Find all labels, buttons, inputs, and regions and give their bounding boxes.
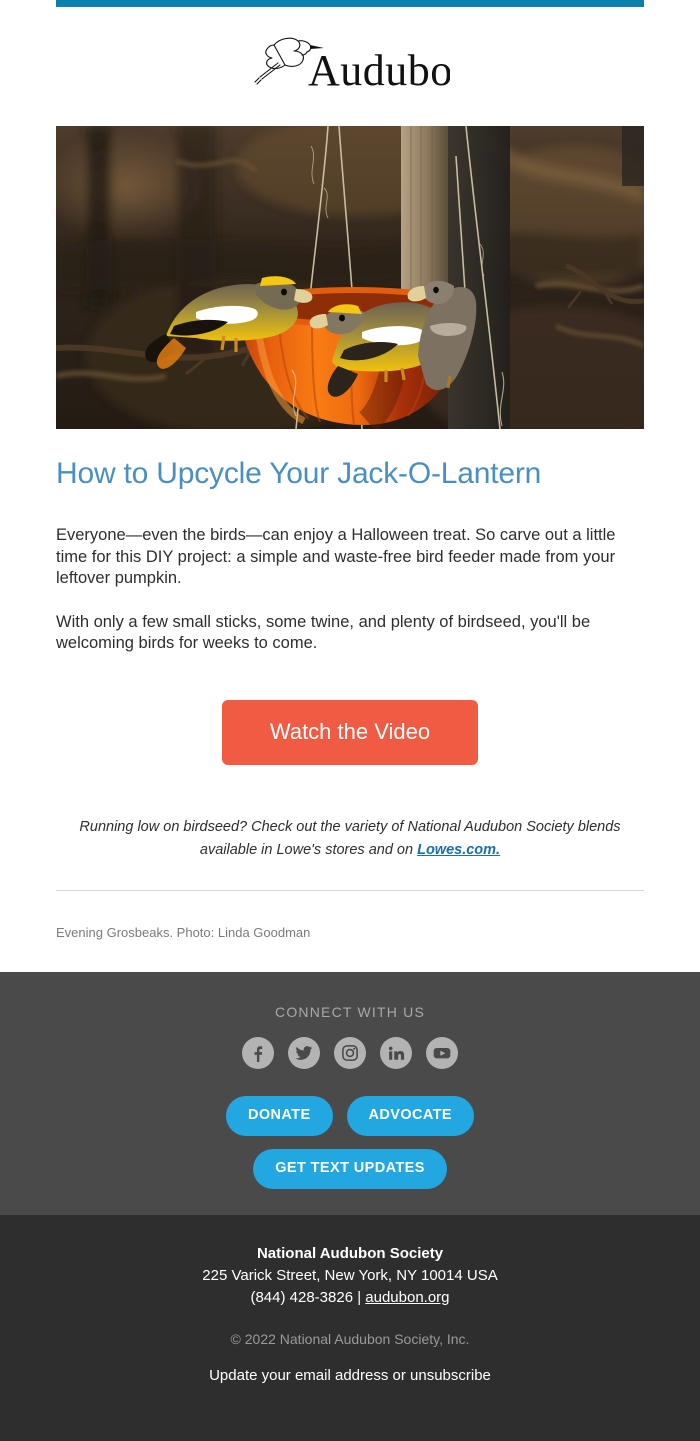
- hero-image-wrap: [56, 126, 644, 429]
- cta-wrap: Watch the Video: [56, 699, 644, 765]
- photo-credit: Evening Grosbeaks. Photo: Linda Goodman: [56, 924, 311, 940]
- phone-number: (844) 428-3826: [250, 1288, 354, 1306]
- footer-address-section: National Audubon Society 225 Varick Stre…: [0, 1214, 700, 1441]
- contact-separator: |: [353, 1288, 366, 1306]
- website-link[interactable]: audubon.org: [365, 1289, 449, 1306]
- promo-text: Running low on birdseed? Check out the v…: [56, 816, 644, 862]
- footer-action-row-1: DONATE ADVOCATE: [0, 1095, 700, 1136]
- page-title: How to Upcycle Your Jack-O-Lantern: [56, 457, 542, 490]
- instagram-icon: [342, 1044, 358, 1061]
- donate-button[interactable]: DONATE: [225, 1095, 333, 1136]
- copyright-text: © 2022 National Audubon Society, Inc.: [230, 1330, 470, 1347]
- article-paragraph-1: Everyone—even the birds—can enjoy a Hall…: [56, 526, 616, 587]
- watch-the-video-button[interactable]: Watch the Video: [221, 699, 479, 765]
- top-accent-bar-wrap: [0, 0, 700, 7]
- photo-credit-wrap: Evening Grosbeaks. Photo: Linda Goodman: [56, 891, 644, 972]
- social-link-instagram[interactable]: [334, 1036, 366, 1069]
- footer-action-row-2: GET TEXT UPDATES: [0, 1148, 700, 1189]
- unsubscribe-link[interactable]: Update your email address or unsubscribe: [209, 1367, 491, 1384]
- facebook-icon: [254, 1045, 263, 1062]
- social-link-linkedin[interactable]: [380, 1036, 412, 1069]
- hero-photo-evening-grosbeaks[interactable]: [56, 126, 644, 429]
- social-link-facebook[interactable]: [242, 1036, 274, 1069]
- top-accent-bar: [56, 0, 644, 7]
- social-links-row: [0, 1036, 700, 1069]
- lowes-link[interactable]: Lowes.com.: [417, 842, 500, 858]
- organization-name: National Audubon Society: [256, 1244, 444, 1262]
- promo-text-body: Running low on birdseed? Check out the v…: [79, 818, 621, 858]
- email-newsletter: Audubon: [0, 0, 700, 1441]
- linkedin-icon: [388, 1046, 405, 1060]
- youtube-icon: [433, 1047, 451, 1058]
- social-link-twitter[interactable]: [288, 1036, 320, 1069]
- advocate-button[interactable]: ADVOCATE: [346, 1095, 475, 1136]
- brand-logo-block[interactable]: Audubon: [56, 7, 644, 112]
- organization-contact: (844) 428-3826 | audubon.org: [0, 1287, 700, 1309]
- social-link-youtube[interactable]: [426, 1036, 458, 1069]
- footer-social-section: CONNECT WITH US DONATE ADVOCATE GET TEXT…: [0, 971, 700, 1215]
- article-content: How to Upcycle Your Jack-O-Lantern Every…: [56, 429, 644, 862]
- organization-address: 225 Varick Street, New York, NY 10014 US…: [202, 1266, 498, 1284]
- unsubscribe-wrap: Update your email address or unsubscribe: [0, 1367, 700, 1385]
- get-text-updates-button[interactable]: GET TEXT UPDATES: [253, 1148, 447, 1189]
- connect-with-us-label: CONNECT WITH US: [275, 1003, 425, 1020]
- twitter-icon: [295, 1045, 313, 1060]
- flying-egret-logo-icon: Audubon: [254, 37, 450, 91]
- brand-wordmark: Audubon: [308, 46, 450, 91]
- article-paragraph-2: With only a few small sticks, some twine…: [56, 612, 591, 653]
